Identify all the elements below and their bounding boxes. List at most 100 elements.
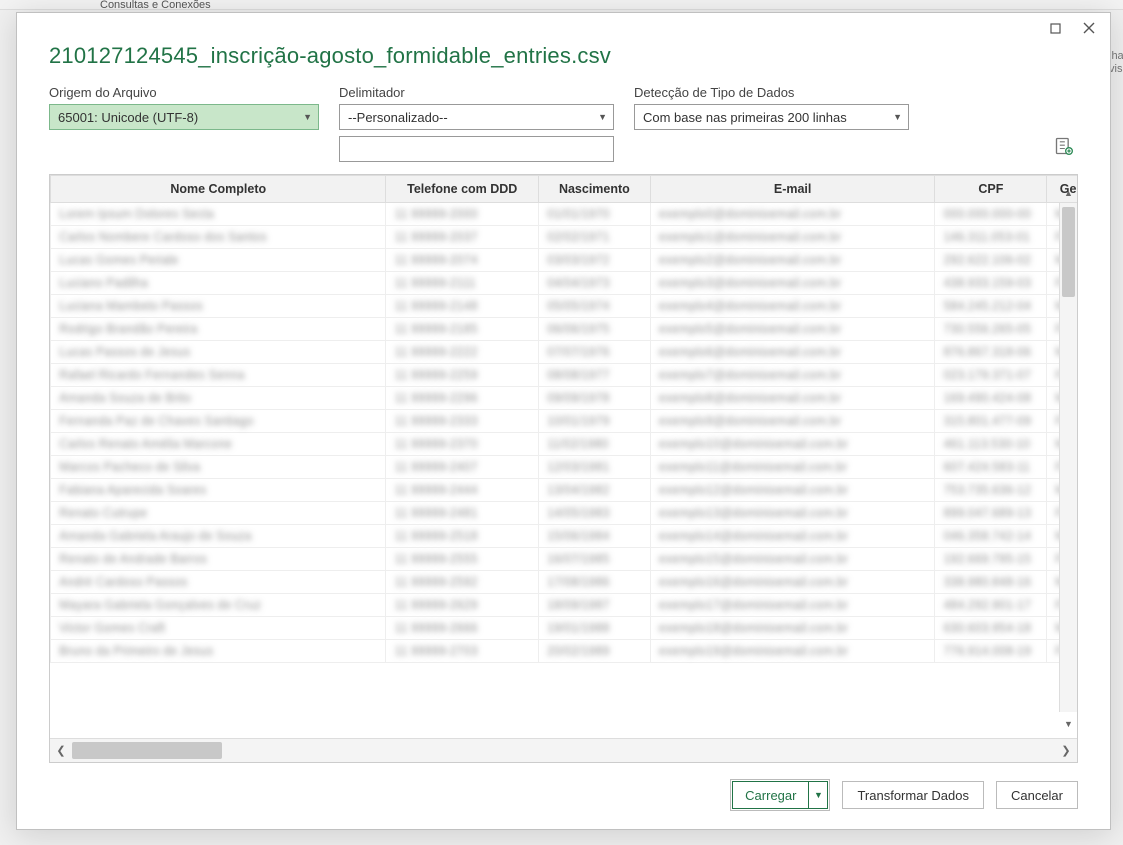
table-cell: 11 99999-2407 xyxy=(386,456,538,479)
table-cell: 338.980.848-16 xyxy=(935,571,1047,594)
file-origin-label: Origem do Arquivo xyxy=(49,85,319,100)
table-cell: 11 99999-2333 xyxy=(386,410,538,433)
table-row[interactable]: Rodrigo Brandão Pereira11 99999-218506/0… xyxy=(51,318,1078,341)
table-cell: 046.358.742-14 xyxy=(935,525,1047,548)
horizontal-scroll-track[interactable] xyxy=(72,739,1055,762)
preview-table-body: Lorem Ipsum Dolores Secta11 99999-200001… xyxy=(51,203,1078,663)
load-dropdown-button[interactable]: ▼ xyxy=(808,781,828,809)
col-cpf[interactable]: CPF xyxy=(935,176,1047,203)
table-cell: Fabiana Aparecida Soares xyxy=(51,479,386,502)
close-button[interactable] xyxy=(1074,17,1104,39)
scroll-right-arrow-icon[interactable]: ❯ xyxy=(1055,744,1077,757)
table-cell: 11 99999-2111 xyxy=(386,272,538,295)
file-origin-group: Origem do Arquivo 65001: Unicode (UTF-8)… xyxy=(49,85,319,130)
table-cell: exemplo18@dominioemail.com.br xyxy=(650,617,935,640)
table-cell: 11 99999-2037 xyxy=(386,226,538,249)
col-email[interactable]: E-mail xyxy=(650,176,935,203)
table-cell: 13/04/1982 xyxy=(538,479,650,502)
load-button[interactable]: Carregar xyxy=(732,781,808,809)
table-row[interactable]: Victor Gomes Craft11 99999-266619/01/198… xyxy=(51,617,1078,640)
table-cell: 11 99999-2296 xyxy=(386,387,538,410)
table-cell: Carlos Renato Amélia Marcone xyxy=(51,433,386,456)
delimiter-label: Delimitador xyxy=(339,85,614,100)
settings-gear-icon xyxy=(1054,136,1074,156)
table-cell: 584.245.212-04 xyxy=(935,295,1047,318)
horizontal-scroll-thumb[interactable] xyxy=(72,742,222,759)
dialog-content: 210127124545_inscrição-agosto_formidable… xyxy=(17,43,1110,829)
table-cell: 146.311.053-01 xyxy=(935,226,1047,249)
import-options-row: Origem do Arquivo 65001: Unicode (UTF-8)… xyxy=(49,85,1078,162)
table-header-row: Nome Completo Telefone com DDD Nasciment… xyxy=(51,176,1078,203)
table-cell: 15/06/1984 xyxy=(538,525,650,548)
table-cell: Mayara Gabriela Gonçalves de Cruz xyxy=(51,594,386,617)
table-row[interactable]: Lorem Ipsum Dolores Secta11 99999-200001… xyxy=(51,203,1078,226)
table-row[interactable]: Renato de Andrade Barros11 99999-255516/… xyxy=(51,548,1078,571)
table-row[interactable]: Luciano Padilha11 99999-211104/04/1973ex… xyxy=(51,272,1078,295)
table-row[interactable]: Amanda Souza de Brito11 99999-229609/09/… xyxy=(51,387,1078,410)
preview-table: Nome Completo Telefone com DDD Nasciment… xyxy=(50,175,1077,663)
col-nascimento[interactable]: Nascimento xyxy=(538,176,650,203)
table-row[interactable]: Marcos Pacheco de Silva11 99999-240712/0… xyxy=(51,456,1078,479)
table-row[interactable]: Luciana Mambeto Passos11 99999-214805/05… xyxy=(51,295,1078,318)
table-cell: 11 99999-2148 xyxy=(386,295,538,318)
table-cell: 11 99999-2185 xyxy=(386,318,538,341)
dialog-titlebar xyxy=(17,13,1110,43)
import-dialog: 210127124545_inscrição-agosto_formidable… xyxy=(16,12,1111,830)
table-row[interactable]: Fernanda Paz de Chaves Santiago11 99999-… xyxy=(51,410,1078,433)
table-cell: 000.000.000-00 xyxy=(935,203,1047,226)
table-row[interactable]: Carlos Renato Amélia Marcone11 99999-237… xyxy=(51,433,1078,456)
scroll-left-arrow-icon[interactable]: ❮ xyxy=(50,744,72,757)
table-cell: exemplo0@dominioemail.com.br xyxy=(650,203,935,226)
delimiter-dropdown[interactable]: --Personalizado-- ▼ xyxy=(339,104,614,130)
preview-table-scroll[interactable]: Nome Completo Telefone com DDD Nasciment… xyxy=(50,175,1077,738)
cancel-button[interactable]: Cancelar xyxy=(996,781,1078,809)
detection-value: Com base nas primeiras 200 linhas xyxy=(643,110,847,125)
file-origin-dropdown[interactable]: 65001: Unicode (UTF-8) ▼ xyxy=(49,104,319,130)
table-cell: 01/01/1970 xyxy=(538,203,650,226)
table-row[interactable]: Bruno da Primeiro de Jesus11 99999-27032… xyxy=(51,640,1078,663)
preview-table-container: Nome Completo Telefone com DDD Nasciment… xyxy=(49,174,1078,763)
table-cell: 06/06/1975 xyxy=(538,318,650,341)
col-telefone[interactable]: Telefone com DDD xyxy=(386,176,538,203)
table-cell: 11 99999-2481 xyxy=(386,502,538,525)
delimiter-value: --Personalizado-- xyxy=(348,110,448,125)
col-nome-completo[interactable]: Nome Completo xyxy=(51,176,386,203)
table-cell: Renato de Andrade Barros xyxy=(51,548,386,571)
table-cell: 461.113.530-10 xyxy=(935,433,1047,456)
dialog-title: 210127124545_inscrição-agosto_formidable… xyxy=(49,43,1078,69)
table-cell: exemplo16@dominioemail.com.br xyxy=(650,571,935,594)
table-row[interactable]: Mayara Gabriela Gonçalves de Cruz11 9999… xyxy=(51,594,1078,617)
table-row[interactable]: Amanda Gabriela Araujo de Souza11 99999-… xyxy=(51,525,1078,548)
table-cell: exemplo15@dominioemail.com.br xyxy=(650,548,935,571)
table-row[interactable]: Fabiana Aparecida Soares11 99999-244413/… xyxy=(51,479,1078,502)
table-cell: 11 99999-2629 xyxy=(386,594,538,617)
table-cell: exemplo8@dominioemail.com.br xyxy=(650,387,935,410)
table-row[interactable]: Carlos Nombere Cardoso dos Santos11 9999… xyxy=(51,226,1078,249)
table-cell: Luciano Padilha xyxy=(51,272,386,295)
table-cell: 292.622.106-02 xyxy=(935,249,1047,272)
table-row[interactable]: Rafael Ricardo Fernandes Senna11 99999-2… xyxy=(51,364,1078,387)
table-cell: exemplo2@dominioemail.com.br xyxy=(650,249,935,272)
scroll-down-arrow-icon[interactable]: ▼ xyxy=(1060,716,1077,732)
table-cell: 315.801.477-09 xyxy=(935,410,1047,433)
vertical-scrollbar[interactable]: ▲ ▼ xyxy=(1059,203,1077,712)
table-row[interactable]: Lucas Gomes Periale11 99999-207403/03/19… xyxy=(51,249,1078,272)
transform-data-button[interactable]: Transformar Dados xyxy=(842,781,984,809)
table-cell: 04/04/1973 xyxy=(538,272,650,295)
detection-dropdown[interactable]: Com base nas primeiras 200 linhas ▼ xyxy=(634,104,909,130)
table-cell: 16/07/1985 xyxy=(538,548,650,571)
table-row[interactable]: André Cardoso Passos11 99999-259217/08/1… xyxy=(51,571,1078,594)
maximize-button[interactable] xyxy=(1040,17,1070,39)
custom-delimiter-input[interactable] xyxy=(339,136,614,162)
settings-button[interactable] xyxy=(1054,136,1078,160)
table-row[interactable]: Renato Cutrupe11 99999-248114/05/1983exe… xyxy=(51,502,1078,525)
horizontal-scrollbar[interactable]: ❮ ❯ xyxy=(50,738,1077,762)
table-cell: Victor Gomes Craft xyxy=(51,617,386,640)
scroll-up-arrow-icon[interactable]: ▲ xyxy=(1060,185,1077,201)
table-row[interactable]: Lucas Passos de Jesus11 99999-222207/07/… xyxy=(51,341,1078,364)
table-cell: 753.735.636-12 xyxy=(935,479,1047,502)
table-cell: 02/02/1971 xyxy=(538,226,650,249)
vertical-scroll-thumb[interactable] xyxy=(1062,207,1075,297)
detection-label: Detecção de Tipo de Dados xyxy=(634,85,909,100)
table-cell: exemplo6@dominioemail.com.br xyxy=(650,341,935,364)
